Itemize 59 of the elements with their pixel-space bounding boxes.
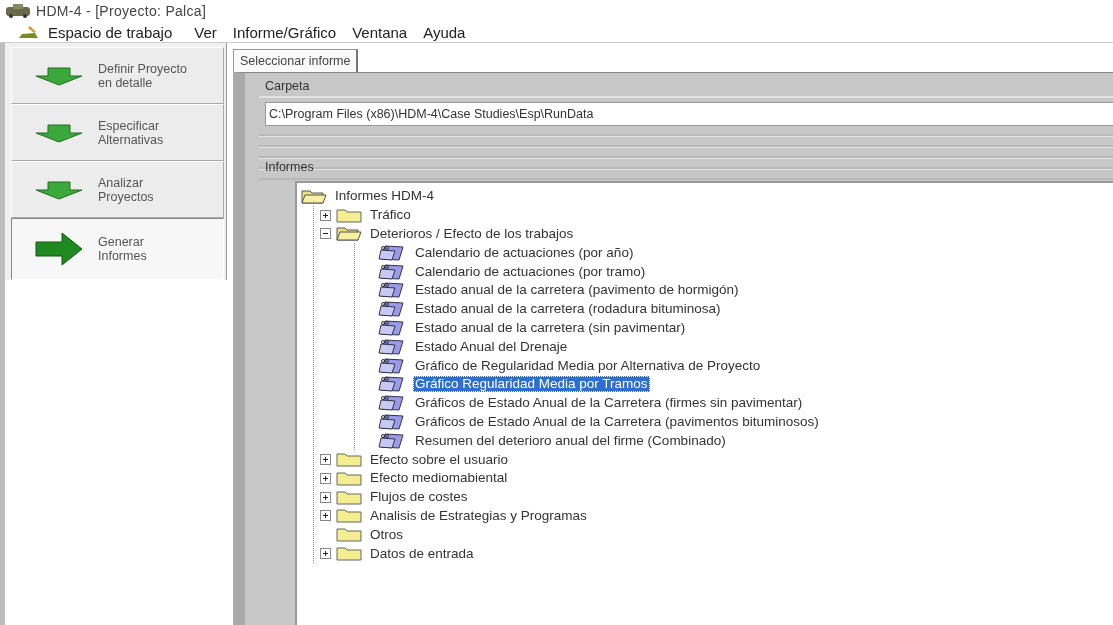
group-label: Informes xyxy=(264,160,315,176)
window-title: HDM-4 - [Proyecto: Palca] xyxy=(36,3,207,19)
expand-icon[interactable] xyxy=(320,209,331,221)
sidebar-button[interactable]: Especificar Alternativas xyxy=(11,104,224,161)
report-icon xyxy=(375,243,407,262)
folder-item[interactable]: Otros xyxy=(368,526,405,543)
report-item[interactable]: Gráficos de Estado Anual de la Carretera (firmes sin pavimentar) xyxy=(413,395,805,412)
collapse-icon[interactable] xyxy=(320,228,331,240)
report-item[interactable]: Estado anual de la carretera (rodadura bituminosa) xyxy=(413,301,723,318)
report-item[interactable]: Calendario de actuaciones (por año) xyxy=(413,244,636,261)
expand-icon[interactable] xyxy=(320,454,331,466)
expand-icon[interactable] xyxy=(320,510,331,522)
expand-icon[interactable] xyxy=(320,548,331,560)
folder-item[interactable]: Efecto mediomabiental xyxy=(368,470,510,487)
folder-item[interactable]: Datos de entrada xyxy=(368,545,476,562)
menu-item[interactable]: Ayuda xyxy=(415,23,474,41)
arrow-down-icon xyxy=(34,65,84,86)
folder-item[interactable]: Tráfico xyxy=(368,207,413,224)
report-item[interactable]: Resumen del deterioro anual del firme (Combinado) xyxy=(413,432,728,449)
sidebar-button[interactable]: Generar Informes xyxy=(11,218,224,280)
menu-item[interactable]: Ventana xyxy=(344,23,416,41)
report-item[interactable]: Estado Anual del Drenaje xyxy=(413,338,570,355)
report-icon xyxy=(375,318,407,337)
report-icon xyxy=(375,394,407,413)
menu-item[interactable]: Ver xyxy=(186,23,225,41)
folder-item[interactable]: Flujos de costes xyxy=(368,489,470,506)
report-item[interactable]: Gráficos de Estado Anual de la Carretera (pavimentos bituminosos) xyxy=(413,413,821,430)
group-label: Carpeta xyxy=(259,73,1113,98)
tab[interactable]: Seleccionar informe xyxy=(233,49,359,72)
arrow-right-icon xyxy=(34,232,84,266)
report-item[interactable]: Gráfico Regularidad Media por Tramos xyxy=(413,376,650,393)
arrow-down-icon xyxy=(34,179,84,200)
report-item[interactable]: Gráfico de Regularidad Media por Alternativa de Proyecto xyxy=(413,357,763,374)
path-field[interactable]: C:\Program Files (x86)\HDM-4\Case Studies\Esp\RunData xyxy=(265,102,1113,126)
app-icon xyxy=(4,4,32,18)
arrow-down-icon xyxy=(34,122,84,143)
menu-item[interactable]: Espacio de trabajo xyxy=(40,23,181,41)
report-icon xyxy=(375,262,407,281)
report-item[interactable]: Estado anual de la carretera (pavimento de hormigón) xyxy=(413,282,741,299)
folder-icon xyxy=(336,527,362,543)
report-icon xyxy=(375,375,407,394)
report-icon xyxy=(375,412,407,431)
menu-item[interactable]: Informe/Gráfico xyxy=(224,23,345,41)
folder-item[interactable]: Deterioros / Efecto de los trabajos xyxy=(368,226,576,242)
report-icon xyxy=(375,337,407,356)
folder-item[interactable]: Efecto sobre el usuario xyxy=(368,451,511,468)
report-icon xyxy=(375,281,407,300)
sidebar-button[interactable]: Analizar Proyectos xyxy=(11,161,224,218)
expand-icon[interactable] xyxy=(320,491,331,503)
report-item[interactable]: Calendario de actuaciones (por tramo) xyxy=(413,263,648,280)
sidebar-button[interactable]: Definir Proyecto en detalle xyxy=(11,47,224,104)
folder-item[interactable]: Informes HDM-4 xyxy=(333,188,436,205)
report-icon xyxy=(375,356,407,375)
report-icon xyxy=(375,431,407,450)
report-item[interactable]: Estado anual de la carretera (sin pavimentar) xyxy=(413,319,688,336)
report-icon xyxy=(375,300,407,319)
expand-icon[interactable] xyxy=(320,472,331,484)
folder-item[interactable]: Analisis de Estrategias y Programas xyxy=(368,507,589,524)
workspace-icon[interactable] xyxy=(18,24,40,40)
